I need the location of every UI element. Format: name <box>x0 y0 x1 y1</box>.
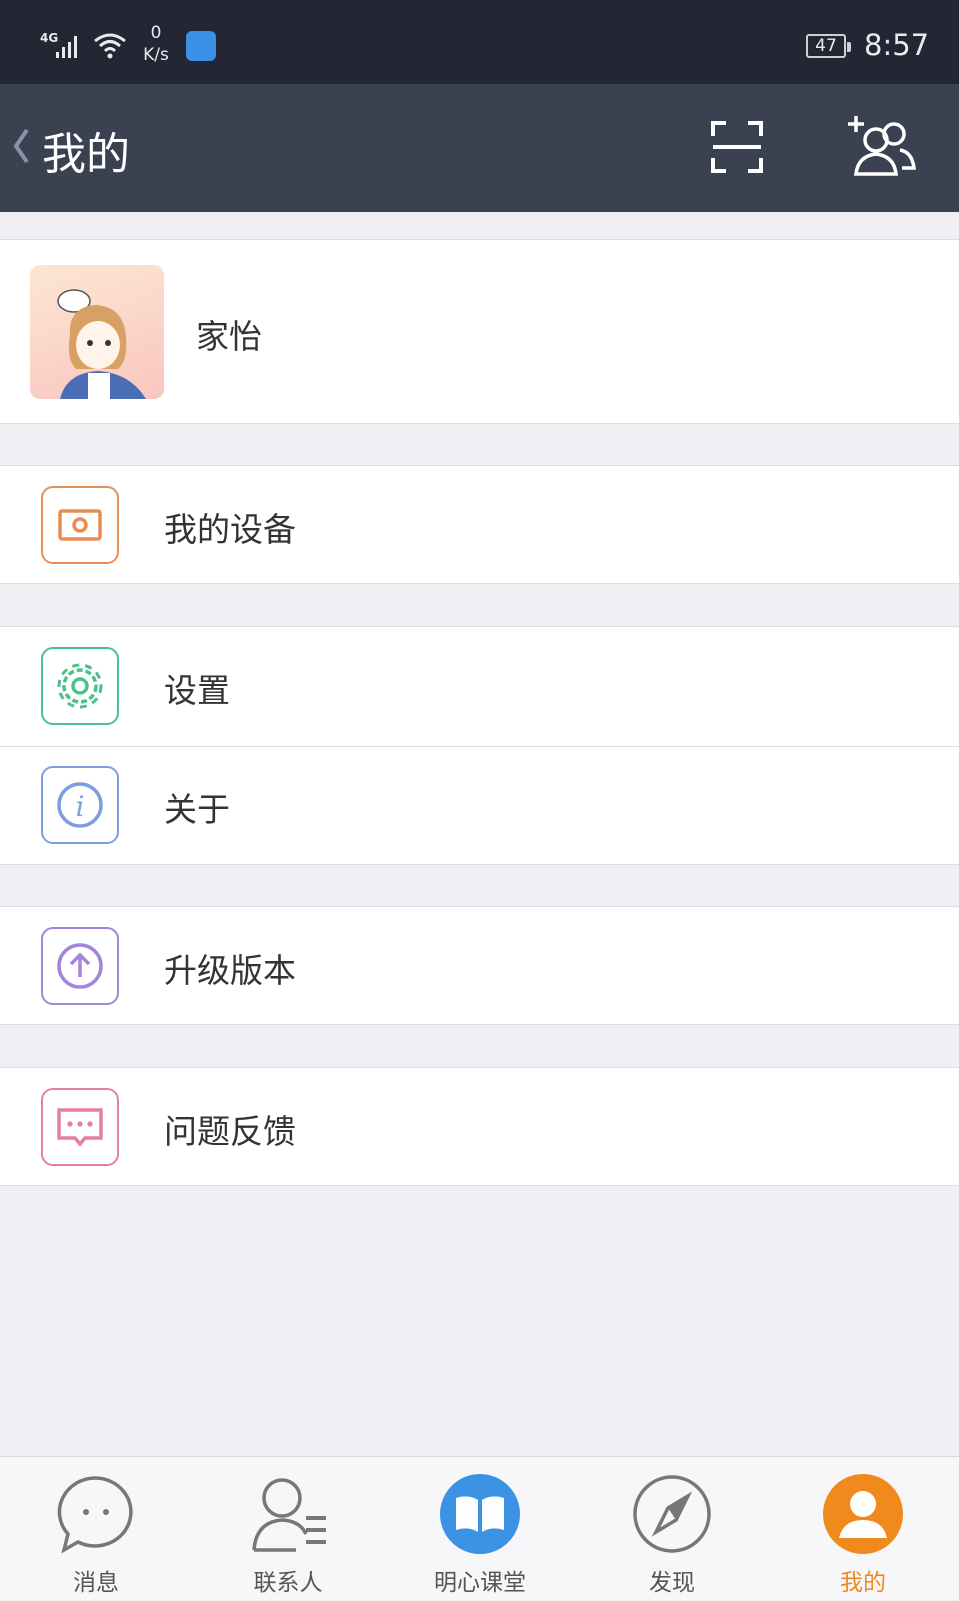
feedback-icon <box>41 1088 119 1166</box>
menu-item-upgrade[interactable]: 升级版本 <box>0 906 959 1025</box>
network-speed: 0 K/s <box>143 23 169 65</box>
profile-card[interactable]: 家怡 <box>0 239 959 424</box>
tab-label: 我的 <box>840 1570 886 1596</box>
menu-label-feedback: 问题反馈 <box>164 1112 296 1151</box>
add-contact-icon[interactable] <box>848 114 916 178</box>
profile-name: 家怡 <box>196 317 262 356</box>
svg-text:i: i <box>76 790 85 823</box>
tab-contacts[interactable]: 联系人 <box>192 1457 384 1601</box>
menu-item-devices[interactable]: 我的设备 <box>0 465 959 584</box>
book-icon <box>440 1474 520 1554</box>
device-icon <box>41 486 119 564</box>
menu-label-upgrade: 升级版本 <box>164 951 296 990</box>
tab-me[interactable]: 我的 <box>767 1457 959 1601</box>
menu-item-about[interactable]: i 关于 <box>0 746 959 865</box>
chat-bubble-icon <box>57 1476 133 1554</box>
menu-label-settings: 设置 <box>164 671 230 710</box>
wifi-icon <box>94 33 126 59</box>
user-icon <box>823 1474 903 1554</box>
notification-app-icon <box>186 31 216 61</box>
header-bar: 我的 <box>0 84 959 212</box>
tab-classroom[interactable]: 明心课堂 <box>384 1457 576 1601</box>
menu-item-feedback[interactable]: 问题反馈 <box>0 1067 959 1186</box>
back-icon[interactable] <box>10 124 32 168</box>
tab-label: 联系人 <box>253 1570 323 1596</box>
avatar-illustration <box>57 289 146 399</box>
clock: 8:57 <box>864 28 930 62</box>
avatar[interactable] <box>30 265 164 399</box>
menu-label-devices: 我的设备 <box>164 510 296 549</box>
page-title: 我的 <box>42 129 130 180</box>
battery-icon: 47 <box>806 34 851 58</box>
tab-label: 明心课堂 <box>434 1570 526 1596</box>
tab-messages[interactable]: 消息 <box>0 1457 192 1601</box>
contacts-icon <box>252 1478 326 1552</box>
tab-label: 消息 <box>73 1570 119 1596</box>
settings-group: 设置 i 关于 <box>0 626 959 865</box>
tab-label: 发现 <box>649 1570 695 1596</box>
upgrade-icon <box>41 927 119 1005</box>
tab-bar: 消息 联系人 明心课堂 发现 我的 <box>0 1456 959 1600</box>
compass-icon <box>633 1475 711 1553</box>
tab-discover[interactable]: 发现 <box>576 1457 768 1601</box>
gear-icon <box>41 647 119 725</box>
status-bar: 4G 0 K/s 47 8:57 <box>0 0 959 84</box>
menu-label-about: 关于 <box>164 790 230 829</box>
signal-icon <box>56 36 77 58</box>
menu-item-settings[interactable]: 设置 <box>0 627 959 746</box>
scan-icon[interactable] <box>710 120 764 174</box>
info-icon: i <box>41 766 119 844</box>
